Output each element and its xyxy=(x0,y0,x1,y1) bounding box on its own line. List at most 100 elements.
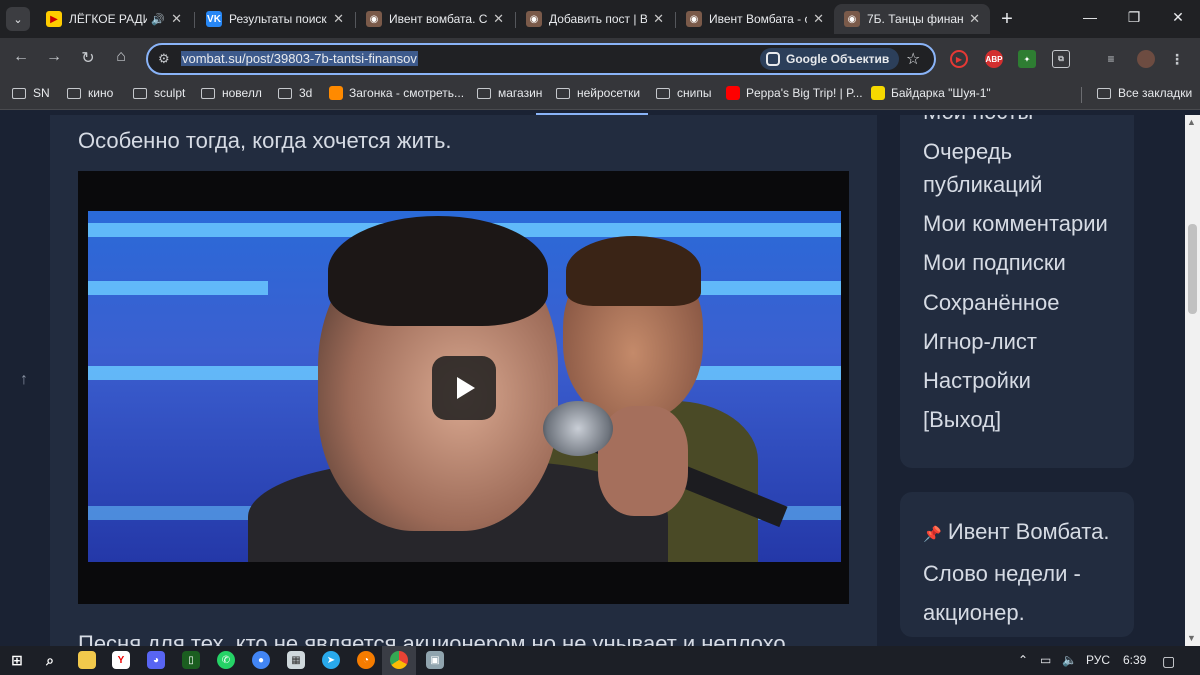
menu-queue[interactable]: Очередь xyxy=(923,135,1012,168)
windows-start-icon[interactable]: ⊞ xyxy=(8,651,26,669)
event-card[interactable]: 📌 Ивент Вомбата. Слово недели - акционер… xyxy=(900,492,1134,637)
telegram-icon[interactable]: ➤ xyxy=(322,651,340,669)
menu-settings[interactable]: Настройки xyxy=(923,364,1031,397)
close-icon[interactable]: ✕ xyxy=(969,11,980,27)
user-menu-card: Мои посты Очередь публикаций Мои коммент… xyxy=(900,115,1134,468)
profile-avatar[interactable] xyxy=(1137,50,1155,68)
event-text[interactable]: 📌 Ивент Вомбата. Слово недели - акционер… xyxy=(923,512,1123,632)
play-button[interactable] xyxy=(432,356,496,420)
menu-my-comments[interactable]: Мои комментарии xyxy=(923,207,1108,240)
youtube-icon xyxy=(726,86,740,100)
back-button[interactable]: ← xyxy=(10,48,32,66)
notifications-icon[interactable]: ▢ xyxy=(1162,653,1175,670)
new-tab-button[interactable]: + xyxy=(996,8,1018,31)
bookmark-folder[interactable]: кино xyxy=(67,86,113,100)
menu-queue-line2[interactable]: публикаций xyxy=(923,168,1042,201)
browser-menu-icon[interactable]: ⋮ xyxy=(1168,50,1186,68)
adblock-icon[interactable]: ABP xyxy=(985,50,1003,68)
bookmark-star-icon[interactable]: ☆ xyxy=(906,49,920,69)
tray-expand-icon[interactable]: ⌃ xyxy=(1018,653,1028,667)
scrollbar-thumb[interactable] xyxy=(1188,224,1197,314)
home-button[interactable]: ⌂ xyxy=(110,48,132,66)
reload-button[interactable]: ↻ xyxy=(77,48,99,68)
media-controls-icon[interactable]: ≡ xyxy=(1102,50,1120,68)
tab-event-wombat-2[interactable]: ◉ Ивент Вомбата - с ✕ xyxy=(676,4,834,34)
clock[interactable]: 6:39 xyxy=(1123,653,1146,667)
browser-toolbar: ← → ↻ ⌂ ⚙ vombat.su/post/39803-7b-tantsi… xyxy=(0,38,1200,80)
bookmark-folder[interactable]: SN xyxy=(12,86,50,100)
close-icon[interactable]: ✕ xyxy=(333,11,344,27)
all-bookmarks-button[interactable]: Все закладки xyxy=(1097,86,1192,100)
menu-ignore-list[interactable]: Игнор-лист xyxy=(923,325,1037,358)
minimize-button[interactable]: — xyxy=(1080,9,1100,25)
bookmark-folder[interactable]: магазин xyxy=(477,86,542,100)
video-player[interactable] xyxy=(78,171,849,604)
scroll-to-top-icon[interactable]: ↑ xyxy=(20,371,28,389)
bookmark-baidarka[interactable]: Байдарка "Шуя-1" xyxy=(871,86,991,100)
blender-icon[interactable]: ◔ xyxy=(357,651,375,669)
tab-title: Ивент Вомбата - с xyxy=(709,12,808,26)
play-icon xyxy=(457,377,475,399)
color-extension-icon[interactable]: ✦ xyxy=(1018,50,1036,68)
url-text[interactable]: vombat.su/post/39803-7b-tantsi-finansov xyxy=(181,51,418,66)
whatsapp-icon[interactable]: ✆ xyxy=(217,651,235,669)
chrome-blue-icon[interactable]: ● xyxy=(252,651,270,669)
tab-add-post[interactable]: ◉ Добавить пост | Во ✕ xyxy=(516,4,674,34)
bookmark-folder[interactable]: новелл xyxy=(201,86,262,100)
forward-button[interactable]: → xyxy=(43,48,65,66)
tab-legkoe-radio[interactable]: ▶ ЛЁГКОЕ РАДИО 🔊 ✕ xyxy=(36,4,192,34)
bookmark-folder[interactable]: 3d xyxy=(278,86,312,100)
bookmark-peppa[interactable]: Peppa's Big Trip! | P... xyxy=(726,86,863,100)
yandex-browser-icon[interactable]: Y xyxy=(112,651,130,669)
volume-icon[interactable]: 🔈 xyxy=(1062,653,1077,667)
record-extension-icon[interactable]: ▶ xyxy=(950,50,968,68)
post-column: Особенно тогда, когда хочется жить. Песн… xyxy=(50,115,877,646)
site-settings-icon[interactable]: ⚙ xyxy=(158,51,170,67)
bookmark-folder[interactable]: нейросетки xyxy=(556,86,640,100)
bookmark-zagonka[interactable]: Загонка - смотреть... xyxy=(329,86,464,100)
wombat-icon: ◉ xyxy=(366,11,382,27)
discord-icon[interactable]: ◕ xyxy=(147,651,165,669)
zagonka-icon xyxy=(329,86,343,100)
scroll-down-arrow[interactable]: ▼ xyxy=(1187,633,1196,643)
tab-vk-search[interactable]: VK Результаты поиска ✕ xyxy=(196,4,354,34)
scroll-up-arrow[interactable]: ▲ xyxy=(1187,117,1196,127)
folder-icon xyxy=(556,87,570,99)
site-icon xyxy=(871,86,885,100)
menu-my-posts[interactable]: Мои посты xyxy=(923,115,1033,128)
close-icon[interactable]: ✕ xyxy=(653,11,664,27)
language-indicator[interactable]: РУС xyxy=(1086,653,1110,667)
event-line: Слово недели - xyxy=(923,561,1081,586)
file-explorer-icon[interactable] xyxy=(78,651,96,669)
google-lens-button[interactable]: Google Объектив xyxy=(760,48,900,70)
image-viewer-icon[interactable]: ▣ xyxy=(426,651,444,669)
wombat-icon: ◉ xyxy=(844,11,860,27)
chrome-icon[interactable] xyxy=(390,651,408,669)
network-icon[interactable]: ▭ xyxy=(1040,653,1051,667)
search-icon[interactable]: ⌕ xyxy=(41,651,59,669)
restore-button[interactable]: ❐ xyxy=(1124,9,1144,26)
page-content: ↑ Особенно тогда, когда хочется жить. Пе… xyxy=(0,115,1200,646)
address-bar[interactable]: ⚙ vombat.su/post/39803-7b-tantsi-finanso… xyxy=(146,43,936,75)
tab-search-button[interactable]: ⌄ xyxy=(6,7,30,31)
close-icon[interactable]: ✕ xyxy=(813,11,824,27)
wombat-icon: ◉ xyxy=(526,11,542,27)
tab-active-post[interactable]: ◉ 7Б. Танцы финансо ✕ xyxy=(834,4,990,34)
app-icon[interactable]: ▯ xyxy=(182,651,200,669)
close-window-button[interactable]: ✕ xyxy=(1168,9,1188,26)
menu-saved[interactable]: Сохранённое xyxy=(923,286,1060,319)
bookmark-folder[interactable]: sculpt xyxy=(133,86,185,100)
calculator-icon[interactable]: ▦ xyxy=(287,651,305,669)
speaker-icon[interactable]: 🔊 xyxy=(151,13,165,26)
menu-logout[interactable]: [Выход] xyxy=(923,403,1001,436)
menu-my-subscriptions[interactable]: Мои подписки xyxy=(923,246,1066,279)
close-icon[interactable]: ✕ xyxy=(171,11,182,27)
extensions-puzzle-icon[interactable]: ⧉ xyxy=(1052,50,1070,68)
folder-icon xyxy=(12,87,26,99)
tab-event-wombat-1[interactable]: ◉ Ивент вомбата. Сл ✕ xyxy=(356,4,514,34)
folder-icon xyxy=(133,87,147,99)
bookmark-folder[interactable]: снипы xyxy=(656,86,711,100)
scrollbar[interactable] xyxy=(1185,115,1200,646)
close-icon[interactable]: ✕ xyxy=(493,11,504,27)
folder-icon xyxy=(656,87,670,99)
